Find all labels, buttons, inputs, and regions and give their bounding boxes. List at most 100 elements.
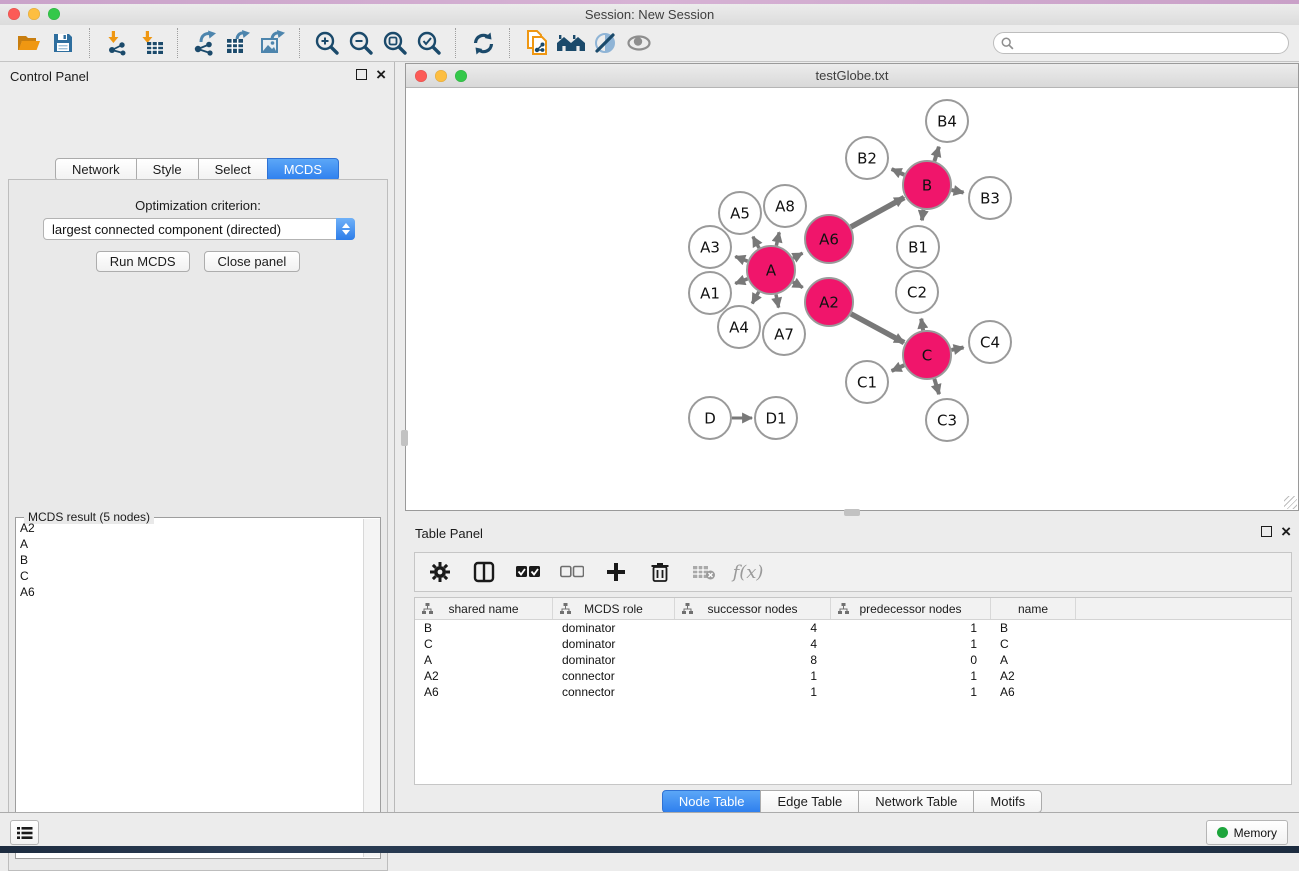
table-row[interactable]: A2connector11A2 (415, 668, 1291, 684)
mcds-result-item[interactable]: A (16, 536, 362, 552)
table-cell[interactable]: A2 (991, 668, 1076, 684)
column-header-predecessor-nodes[interactable]: predecessor nodes (831, 598, 991, 619)
table-row[interactable]: A6connector11A6 (415, 684, 1291, 700)
table-cell[interactable]: 4 (675, 636, 831, 652)
table-cell[interactable]: B (991, 620, 1076, 636)
graph-node-B3[interactable]: B3 (969, 177, 1011, 219)
show-columns-button[interactable] (471, 559, 497, 585)
create-column-button[interactable] (603, 559, 629, 585)
table-cell[interactable]: 1 (675, 668, 831, 684)
export-network-button[interactable] (188, 28, 222, 58)
graph-node-A8[interactable]: A8 (764, 185, 806, 227)
graph-node-C2[interactable]: C2 (896, 271, 938, 313)
table-cell[interactable]: A (991, 652, 1076, 668)
graph-node-A3[interactable]: A3 (689, 226, 731, 268)
graph-edge-A6-B[interactable] (851, 198, 904, 227)
close-window-button[interactable] (8, 8, 20, 20)
close-panel-button[interactable]: Close panel (204, 251, 301, 272)
mcds-result-item[interactable]: A6 (16, 584, 362, 600)
graph-node-C3[interactable]: C3 (926, 399, 968, 441)
table-cell[interactable]: C (415, 636, 553, 652)
graph-edge-A-A8[interactable] (776, 232, 779, 245)
graph-edge-A-A6[interactable] (793, 253, 802, 258)
search-field[interactable] (993, 32, 1289, 54)
mcds-result-item[interactable]: A2 (16, 520, 362, 536)
minimize-window-button[interactable] (28, 8, 40, 20)
table-cell[interactable]: 1 (831, 684, 991, 700)
graph-node-A2[interactable]: A2 (805, 278, 853, 326)
duplicate-network-button[interactable] (520, 28, 554, 58)
import-table-button[interactable] (134, 28, 168, 58)
tab-style[interactable]: Style (136, 158, 199, 181)
apply-layout-button[interactable] (466, 28, 500, 58)
memory-button[interactable]: Memory (1206, 820, 1288, 845)
export-image-button[interactable] (256, 28, 290, 58)
tab-network-table[interactable]: Network Table (858, 790, 974, 813)
tab-select[interactable]: Select (198, 158, 268, 181)
mcds-result-item[interactable]: C (16, 568, 362, 584)
table-cell[interactable]: A6 (991, 684, 1076, 700)
tab-edge-table[interactable]: Edge Table (760, 790, 859, 813)
hide-graphics-details-button[interactable] (588, 28, 622, 58)
delete-table-button[interactable] (691, 559, 717, 585)
task-history-button[interactable] (10, 820, 39, 845)
graph-node-A5[interactable]: A5 (719, 192, 761, 234)
minimize-window-button[interactable] (435, 70, 447, 82)
zoom-fit-button[interactable] (378, 28, 412, 58)
table-row[interactable]: Adominator80A (415, 652, 1291, 668)
zoom-in-button[interactable] (310, 28, 344, 58)
graph-edge-A2-C[interactable] (851, 314, 904, 343)
table-cell[interactable]: dominator (553, 620, 675, 636)
graph-node-A7[interactable]: A7 (763, 313, 805, 355)
table-cell[interactable]: B (415, 620, 553, 636)
table-cell[interactable]: 1 (831, 620, 991, 636)
tab-network[interactable]: Network (55, 158, 137, 181)
mcds-result-item[interactable]: B (16, 552, 362, 568)
float-panel-icon[interactable] (356, 69, 367, 80)
show-graphics-details-button[interactable] (622, 28, 656, 58)
graph-edge-B-B4[interactable] (934, 147, 938, 161)
search-input[interactable] (1019, 35, 1273, 51)
graph-node-A1[interactable]: A1 (689, 272, 731, 314)
graph-edge-A-A7[interactable] (776, 294, 779, 307)
network-canvas[interactable]: AA1A2A3A4A5A6A7A8BB1B2B3B4CC1C2C3C4DD1 (406, 88, 1298, 510)
table-settings-button[interactable] (427, 559, 453, 585)
table-cell[interactable]: dominator (553, 636, 675, 652)
save-session-button[interactable] (46, 28, 80, 58)
table-cell[interactable]: A (415, 652, 553, 668)
table-cell[interactable]: dominator (553, 652, 675, 668)
graph-edge-A-A3[interactable] (735, 257, 747, 262)
graph-edge-A-A2[interactable] (793, 282, 803, 287)
graph-node-C4[interactable]: C4 (969, 321, 1011, 363)
run-mcds-button[interactable]: Run MCDS (96, 251, 190, 272)
home-button[interactable] (554, 28, 588, 58)
close-panel-icon[interactable]: × (1281, 526, 1291, 537)
zoom-selected-button[interactable] (412, 28, 446, 58)
import-network-button[interactable] (100, 28, 134, 58)
graph-edge-C-C1[interactable] (892, 365, 905, 371)
table-cell[interactable]: 1 (831, 668, 991, 684)
tab-node-table[interactable]: Node Table (662, 790, 762, 813)
graph-node-A6[interactable]: A6 (805, 215, 853, 263)
table-cell[interactable]: connector (553, 684, 675, 700)
graph-edge-C-C4[interactable] (951, 347, 963, 349)
graph-node-B1[interactable]: B1 (897, 226, 939, 268)
graph-node-A4[interactable]: A4 (718, 306, 760, 348)
graph-node-A[interactable]: A (747, 246, 795, 294)
graph-node-D[interactable]: D (689, 397, 731, 439)
zoom-out-button[interactable] (344, 28, 378, 58)
graph-node-C[interactable]: C (903, 331, 951, 379)
table-cell[interactable]: C (991, 636, 1076, 652)
tab-mcds[interactable]: MCDS (267, 158, 339, 181)
vertical-splitter-handle[interactable] (401, 430, 408, 446)
table-cell[interactable]: 0 (831, 652, 991, 668)
table-cell[interactable]: 1 (675, 684, 831, 700)
close-panel-icon[interactable]: × (376, 69, 386, 80)
result-list-scrollbar[interactable] (363, 519, 380, 857)
column-header-MCDS-role[interactable]: MCDS role (553, 598, 675, 619)
column-header-name[interactable]: name (991, 598, 1076, 619)
graph-node-D1[interactable]: D1 (755, 397, 797, 439)
graph-node-B2[interactable]: B2 (846, 137, 888, 179)
table-row[interactable]: Bdominator41B (415, 620, 1291, 636)
horizontal-splitter-handle[interactable] (844, 509, 860, 516)
